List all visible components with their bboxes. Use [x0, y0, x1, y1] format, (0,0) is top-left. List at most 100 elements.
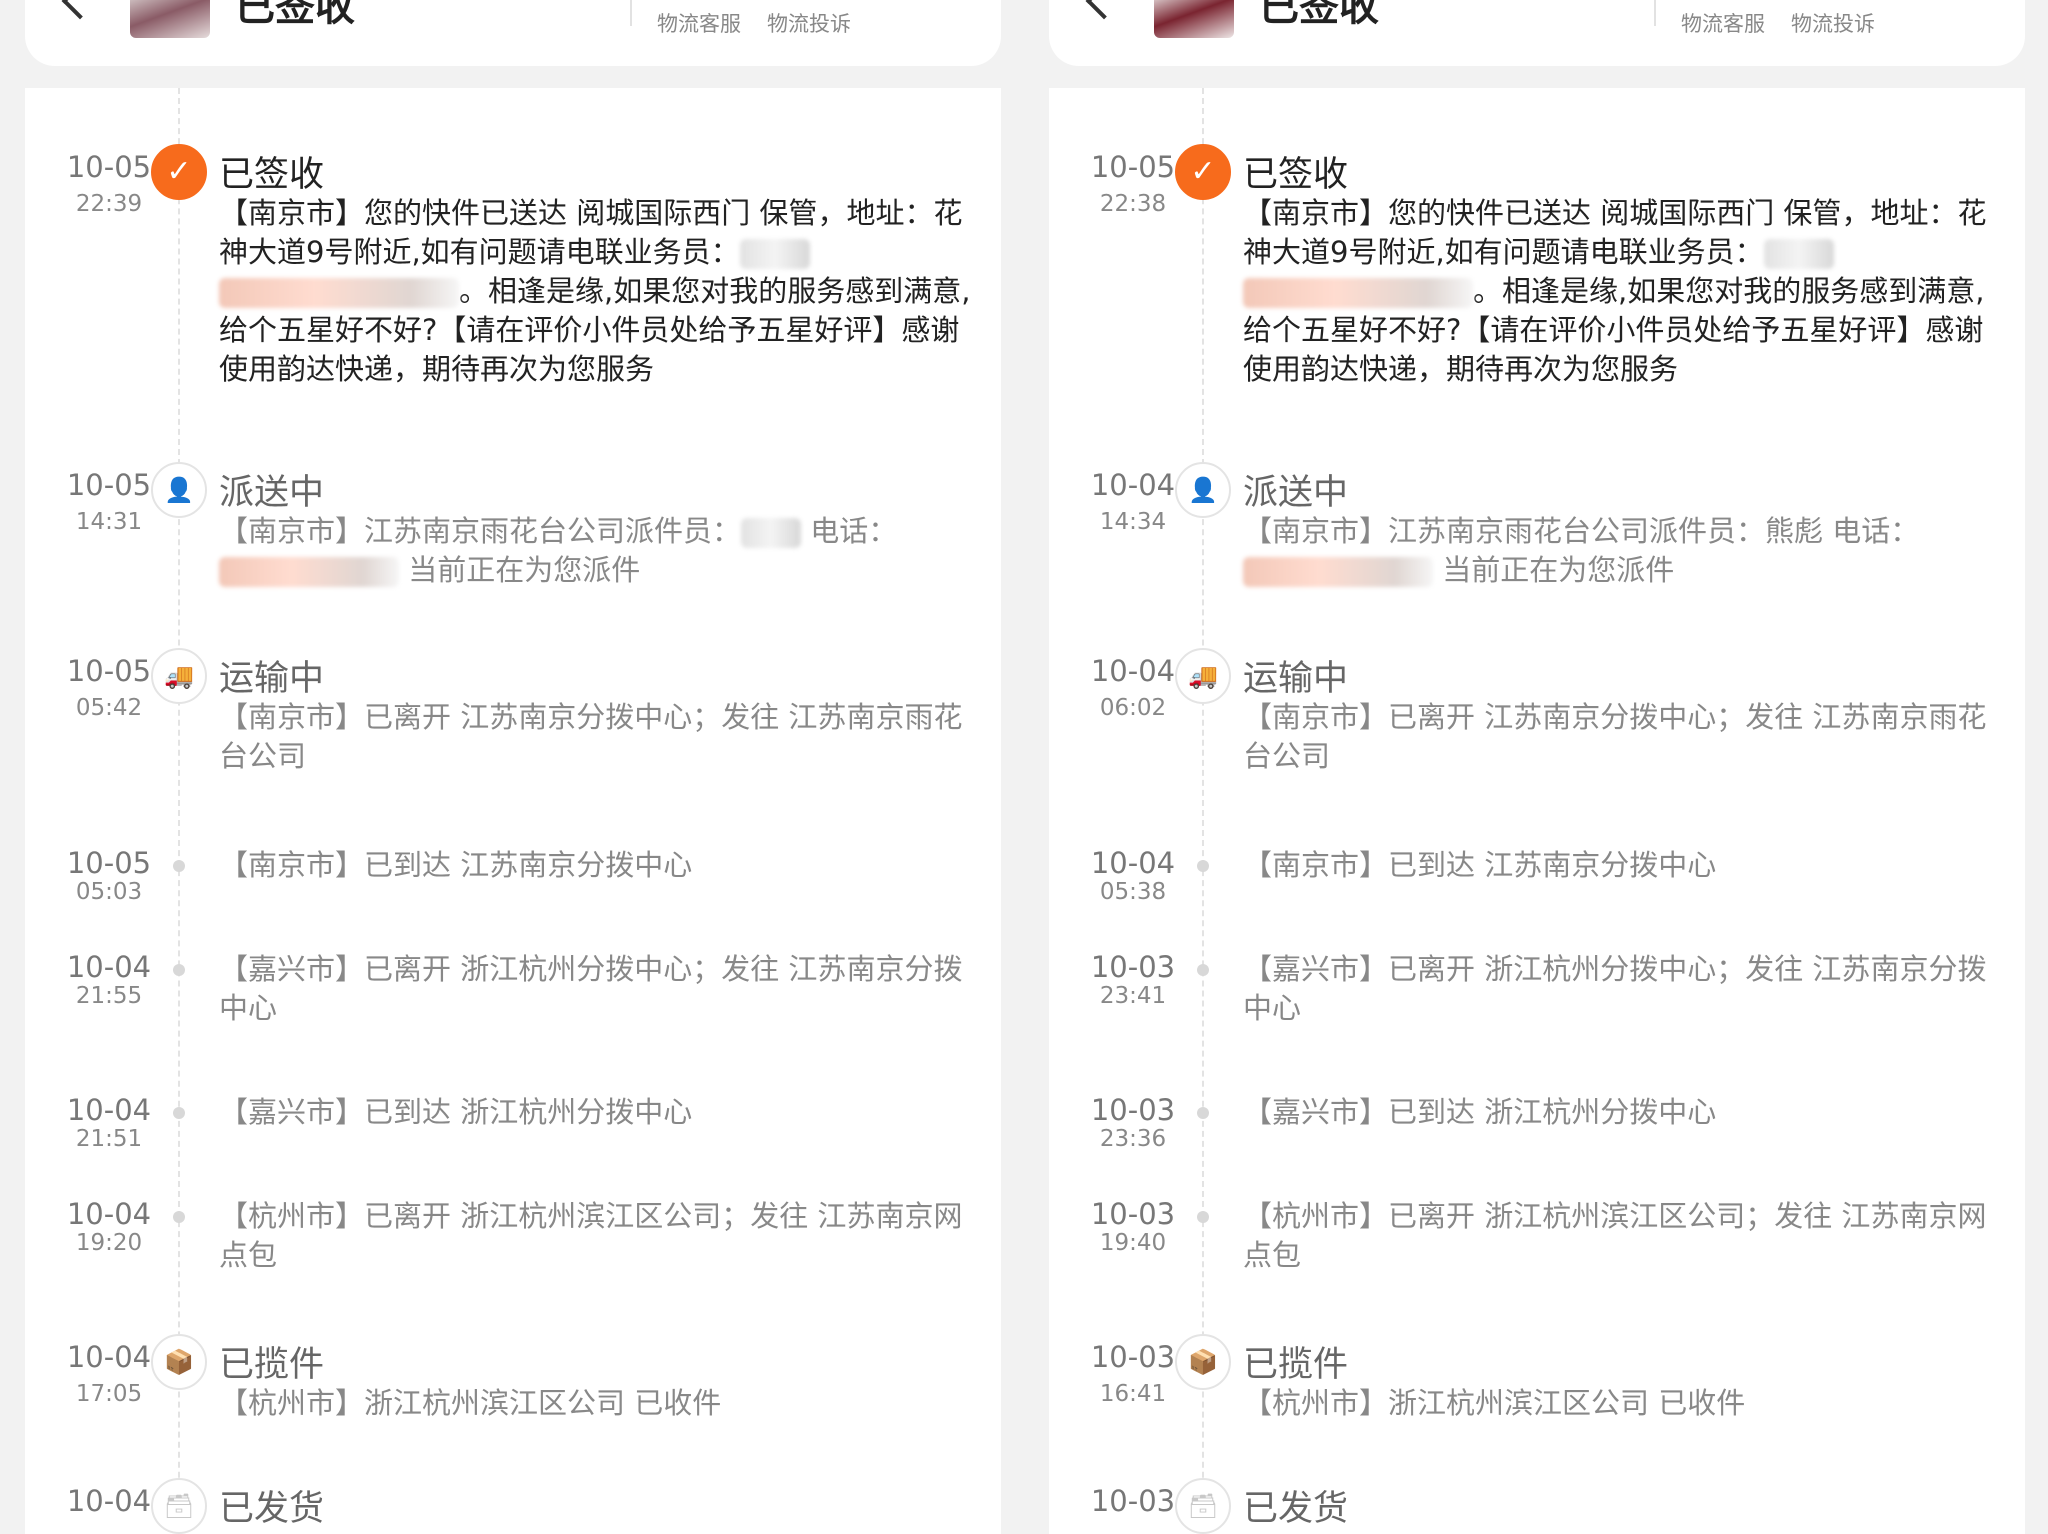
event-description: 【杭州市】已离开 浙江杭州滨江区公司；发往 江苏南京网点包: [219, 1199, 963, 1272]
event-date: 10-03: [1090, 1093, 1176, 1127]
timeline-line: [178, 88, 180, 1534]
event-date: 10-03: [1090, 1197, 1176, 1231]
event-status: 已发货: [1243, 1489, 1349, 1529]
timeline-dot: [173, 1211, 185, 1223]
more-icon[interactable]: •••: [1929, 0, 1995, 13]
event-description: 【杭州市】浙江杭州滨江区公司 已收件: [1243, 1386, 1746, 1420]
redacted-name: [741, 518, 802, 548]
event-date: 10-04: [66, 1484, 152, 1518]
event-time: 05:42: [75, 695, 143, 721]
event-description: 【嘉兴市】已到达 浙江杭州分拨中心: [1243, 1095, 1717, 1129]
desc-text: 【南京市】您的快件已送达 阅城国际西门 保管，地址：花神大道9号附近,如有问题请…: [1243, 196, 1987, 269]
redacted-phone: [219, 278, 459, 308]
courier-icon: 👤: [151, 462, 207, 518]
tracking-panel-left: 已签收 物流客服 物流投诉 ••• 10-05 22:39 ✓ 已签收 【南京市…: [25, 0, 1001, 1534]
redacted-phone: [219, 557, 399, 587]
redacted-phone: [1243, 557, 1433, 587]
event-status: 派送中: [1243, 473, 1349, 513]
desc-text: 当前正在为您派件: [1433, 553, 1675, 587]
back-arrow-icon[interactable]: [61, 0, 99, 20]
timeline-dot: [1197, 964, 1209, 976]
event-time: 19:20: [75, 1230, 143, 1256]
event-time: 14:31: [75, 509, 143, 535]
event-date: 10-04: [66, 1340, 152, 1374]
event-description: 【南京市】已离开 江苏南京分拨中心；发往 江苏南京雨花台公司: [1243, 700, 1987, 773]
pickup-icon: 📦: [151, 1334, 207, 1390]
desc-text: 电话：: [801, 514, 898, 548]
tracking-panel-right: 已签收 物流客服 物流投诉 ••• 10-05 22:38 ✓ 已签收 【南京市…: [1049, 0, 2025, 1534]
event-time: 16:41: [1099, 1381, 1167, 1407]
event-time: 22:38: [1099, 191, 1167, 217]
shipped-icon: 🗃: [151, 1478, 207, 1534]
page-title: 已签收: [235, 0, 355, 30]
event-date: 10-04: [1090, 468, 1176, 502]
event-time: 19:40: [1099, 1230, 1167, 1256]
desc-text: 当前正在为您派件: [399, 553, 641, 587]
event-time: 14:34: [1099, 509, 1167, 535]
event-status: 已签收: [219, 155, 325, 195]
timeline-line: [1202, 88, 1204, 1534]
event-date: 10-04: [1090, 654, 1176, 688]
logistics-complaint-link[interactable]: 物流投诉: [767, 8, 851, 38]
event-time: 21:51: [75, 1126, 143, 1152]
truck-icon: 🚚: [1175, 648, 1231, 704]
event-status: 已揽件: [219, 1345, 325, 1385]
event-time: 17:05: [75, 1381, 143, 1407]
product-thumbnail[interactable]: [1154, 0, 1234, 38]
order-header: 已签收 物流客服 物流投诉 •••: [25, 0, 1001, 66]
event-description: 【南京市】已到达 江苏南京分拨中心: [1243, 848, 1717, 882]
page-title: 已签收: [1259, 0, 1379, 30]
tracking-timeline: 10-05 22:38 ✓ 已签收 【南京市】您的快件已送达 阅城国际西门 保管…: [1049, 88, 2025, 1534]
header-divider: [1654, 0, 1656, 26]
redacted-phone: [1243, 278, 1473, 308]
event-date: 10-04: [66, 1197, 152, 1231]
desc-text: 【南京市】江苏南京雨花台公司派件员：: [219, 514, 742, 548]
more-icon[interactable]: •••: [905, 0, 971, 13]
truck-icon: 🚚: [151, 648, 207, 704]
redacted-name: [739, 239, 810, 269]
event-status: 运输中: [219, 659, 325, 699]
tracking-timeline: 10-05 22:39 ✓ 已签收 【南京市】您的快件已送达 阅城国际西门 保管…: [25, 88, 1001, 1534]
event-description: 【南京市】已离开 江苏南京分拨中心；发往 江苏南京雨花台公司: [219, 700, 963, 773]
event-description: 【南京市】已到达 江苏南京分拨中心: [219, 848, 693, 882]
event-description: 【南京市】江苏南京雨花台公司派件员：熊彪 电话： 当前正在为您派件: [1243, 512, 2003, 590]
event-time: 22:39: [75, 191, 143, 217]
event-date: 10-05: [1090, 150, 1176, 184]
timeline-dot: [173, 964, 185, 976]
header-divider: [630, 0, 632, 26]
event-date: 10-03: [1090, 1340, 1176, 1374]
event-status: 派送中: [219, 473, 325, 513]
logistics-service-link[interactable]: 物流客服: [1681, 8, 1765, 38]
event-date: 10-03: [1090, 950, 1176, 984]
event-status: 已签收: [1243, 155, 1349, 195]
timeline-dot: [173, 860, 185, 872]
event-description: 【南京市】江苏南京雨花台公司派件员： 电话： 当前正在为您派件: [219, 512, 979, 590]
event-date: 10-04: [1090, 846, 1176, 880]
back-arrow-icon[interactable]: [1085, 0, 1123, 20]
event-description: 【杭州市】已离开 浙江杭州滨江区公司；发往 江苏南京网点包: [1243, 1199, 1987, 1272]
event-status: 已揽件: [1243, 1345, 1349, 1385]
timeline-dot: [1197, 860, 1209, 872]
event-date: 10-03: [1090, 1484, 1176, 1518]
desc-text: 【南京市】您的快件已送达 阅城国际西门 保管，地址：花神大道9号附近,如有问题请…: [219, 196, 963, 269]
event-date: 10-05: [66, 150, 152, 184]
event-description: 【南京市】您的快件已送达 阅城国际西门 保管，地址：花神大道9号附近,如有问题请…: [219, 194, 979, 389]
product-thumbnail[interactable]: [130, 0, 210, 38]
timeline-dot: [1197, 1107, 1209, 1119]
logistics-complaint-link[interactable]: 物流投诉: [1791, 8, 1875, 38]
event-time: 23:36: [1099, 1126, 1167, 1152]
timeline-dot: [173, 1107, 185, 1119]
event-time: 23:41: [1099, 983, 1167, 1009]
event-date: 10-05: [66, 654, 152, 688]
event-date: 10-04: [66, 950, 152, 984]
event-time: 05:03: [75, 879, 143, 905]
event-date: 10-05: [66, 846, 152, 880]
desc-text: 【南京市】江苏南京雨花台公司派件员：熊彪 电话：: [1243, 514, 1920, 548]
pickup-icon: 📦: [1175, 1334, 1231, 1390]
logistics-service-link[interactable]: 物流客服: [657, 8, 741, 38]
order-header: 已签收 物流客服 物流投诉 •••: [1049, 0, 2025, 66]
event-date: 10-05: [66, 468, 152, 502]
check-icon: ✓: [1175, 144, 1231, 200]
event-time: 05:38: [1099, 879, 1167, 905]
redacted-name: [1763, 239, 1834, 269]
